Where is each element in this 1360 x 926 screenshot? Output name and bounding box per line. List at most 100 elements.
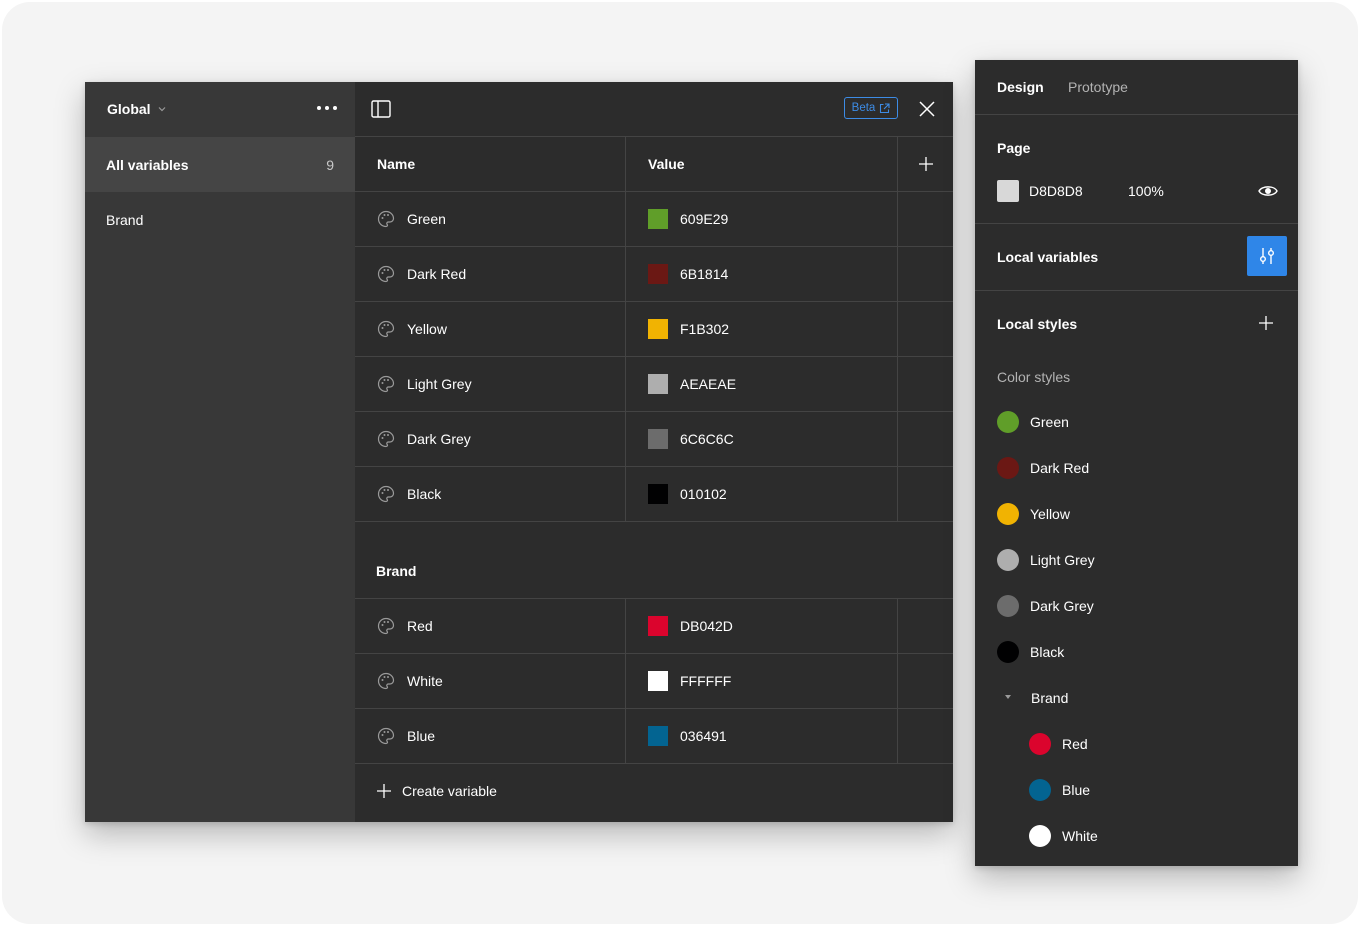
plus-icon — [376, 783, 392, 799]
variable-value-cell[interactable]: 010102 — [626, 467, 898, 521]
color-style-name: Dark Red — [1030, 460, 1090, 476]
create-variable-button[interactable]: Create variable — [355, 764, 953, 818]
color-style-name: Light Grey — [1030, 552, 1095, 568]
variable-row[interactable]: Black 010102 — [355, 467, 953, 522]
sidebar-item-label: Brand — [106, 211, 144, 228]
color-swatch[interactable] — [648, 209, 668, 229]
color-style-item[interactable]: Black — [997, 640, 1064, 664]
color-style-item[interactable]: Green — [997, 410, 1069, 434]
collection-dropdown[interactable]: Global — [107, 100, 167, 118]
color-style-item[interactable]: White — [1029, 824, 1098, 848]
variable-row[interactable]: White FFFFFF — [355, 654, 953, 709]
palette-icon — [377, 320, 395, 338]
variable-name-cell[interactable]: Green — [355, 192, 626, 246]
color-swatch[interactable] — [648, 671, 668, 691]
color-swatch[interactable] — [648, 374, 668, 394]
table-header: Name Value — [355, 137, 953, 192]
variable-name-cell[interactable]: Yellow — [355, 302, 626, 356]
palette-icon — [377, 430, 395, 448]
color-swatch[interactable] — [648, 726, 668, 746]
beta-badge[interactable]: Beta — [844, 97, 898, 119]
palette-icon — [377, 485, 395, 503]
style-group-brand[interactable]: Brand — [1031, 686, 1068, 710]
variable-name-cell[interactable]: Blue — [355, 709, 626, 763]
variable-name: Black — [407, 486, 442, 502]
variable-name-cell[interactable]: Red — [355, 599, 626, 653]
variable-row[interactable]: Red DB042D — [355, 599, 953, 654]
page-section-title: Page — [997, 140, 1031, 156]
color-style-item[interactable]: Light Grey — [997, 548, 1095, 572]
variable-name-cell[interactable]: Light Grey — [355, 357, 626, 411]
tab-design[interactable]: Design — [997, 79, 1044, 95]
sidebar-item-all-variables[interactable]: All variables 9 — [85, 137, 355, 192]
row-action-cell — [898, 654, 953, 708]
variable-value-cell[interactable]: 609E29 — [626, 192, 898, 246]
color-style-dot — [997, 641, 1019, 663]
variable-name-cell[interactable]: Dark Red — [355, 247, 626, 301]
variable-row[interactable]: Yellow F1B302 — [355, 302, 953, 357]
sidebar-toggle-icon[interactable] — [371, 99, 391, 119]
add-column-button[interactable] — [898, 137, 953, 191]
palette-icon — [377, 617, 395, 635]
plus-icon[interactable] — [1258, 315, 1274, 331]
variables-count: 9 — [326, 156, 334, 173]
variable-row[interactable]: Dark Grey 6C6C6C — [355, 412, 953, 467]
open-variables-button[interactable] — [1247, 236, 1287, 276]
variable-row[interactable]: Green 609E29 — [355, 192, 953, 247]
color-style-item[interactable]: Yellow — [997, 502, 1070, 526]
row-action-cell — [898, 467, 953, 521]
group-header-brand: Brand — [355, 522, 953, 599]
page-color-opacity[interactable]: 100% — [1128, 183, 1164, 199]
tab-prototype[interactable]: Prototype — [1068, 79, 1128, 95]
variable-value-cell[interactable]: 036491 — [626, 709, 898, 763]
variable-name: Blue — [407, 728, 436, 744]
page-color-hex[interactable]: D8D8D8 — [1029, 183, 1083, 199]
color-style-name: Red — [1062, 736, 1088, 752]
color-style-item[interactable]: Red — [1029, 732, 1088, 756]
variable-row[interactable]: Blue 036491 — [355, 709, 953, 764]
variable-name-cell[interactable]: White — [355, 654, 626, 708]
variable-row[interactable]: Dark Red 6B1814 — [355, 247, 953, 302]
variable-name-cell[interactable]: Black — [355, 467, 626, 521]
variable-value-cell[interactable]: AEAEAE — [626, 357, 898, 411]
local-variables-title: Local variables — [997, 249, 1099, 265]
variable-value: 010102 — [680, 486, 727, 502]
color-style-name: Black — [1030, 644, 1065, 660]
variable-value-cell[interactable]: FFFFFF — [626, 654, 898, 708]
variable-value-cell[interactable]: 6B1814 — [626, 247, 898, 301]
create-variable-label: Create variable — [402, 783, 497, 799]
color-style-item[interactable]: Blue — [1029, 778, 1090, 802]
palette-icon — [377, 210, 395, 228]
color-swatch[interactable] — [648, 616, 668, 636]
eye-icon[interactable] — [1258, 184, 1278, 198]
caret-down-icon[interactable] — [1003, 692, 1013, 702]
color-swatch[interactable] — [648, 319, 668, 339]
variable-value-cell[interactable]: 6C6C6C — [626, 412, 898, 466]
variable-row[interactable]: Light Grey AEAEAE — [355, 357, 953, 412]
color-style-name: Dark Grey — [1030, 598, 1094, 614]
close-icon[interactable] — [917, 99, 937, 119]
brand-variables: Red DB042D White FFFFFF Blue 036491 — [355, 599, 953, 764]
sliders-icon — [1257, 246, 1277, 266]
color-style-name: Yellow — [1030, 506, 1070, 522]
color-swatch[interactable] — [648, 264, 668, 284]
column-header-name: Name — [355, 137, 626, 191]
color-style-item[interactable]: Dark Red — [997, 456, 1089, 480]
row-action-cell — [898, 599, 953, 653]
ungrouped-variables: Green 609E29 Dark Red 6B1814 Yellow F1B302 Lig… — [355, 192, 953, 522]
sidebar-item-brand[interactable]: Brand — [85, 192, 355, 247]
color-swatch[interactable] — [648, 484, 668, 504]
page-color-swatch[interactable] — [997, 180, 1019, 202]
palette-icon — [377, 672, 395, 690]
variable-value-cell[interactable]: F1B302 — [626, 302, 898, 356]
variable-value-cell[interactable]: DB042D — [626, 599, 898, 653]
style-group-name: Brand — [1031, 690, 1069, 706]
color-style-dot — [1029, 733, 1051, 755]
palette-icon — [377, 265, 395, 283]
color-style-name: Green — [1030, 414, 1069, 430]
color-style-item[interactable]: Dark Grey — [997, 594, 1094, 618]
variable-name-cell[interactable]: Dark Grey — [355, 412, 626, 466]
color-swatch[interactable] — [648, 429, 668, 449]
collections-sidebar: Global All variables 9 Brand — [85, 82, 355, 822]
more-icon[interactable] — [315, 99, 339, 117]
